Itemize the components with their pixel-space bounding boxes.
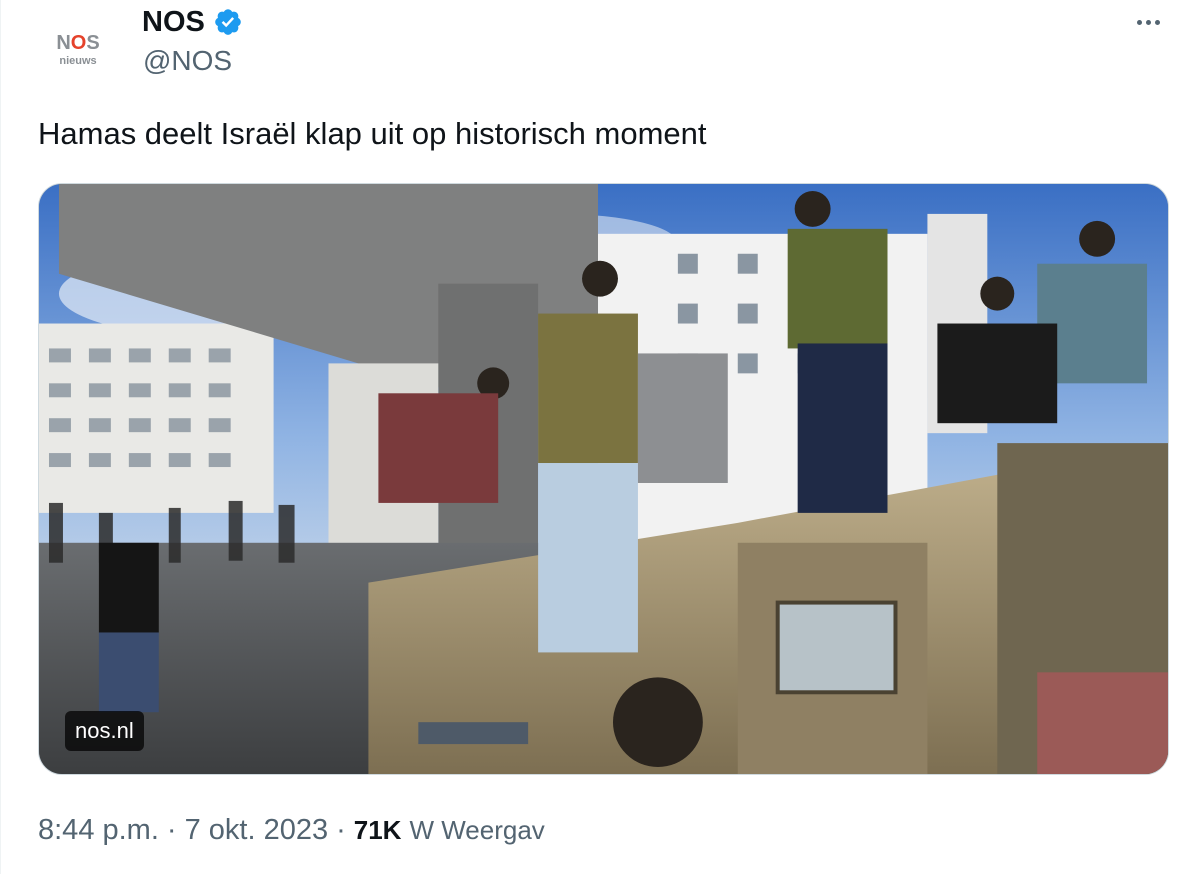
nos-logo: NOS (56, 32, 100, 54)
author-name-row: NOS (142, 4, 243, 40)
avatar[interactable]: NOS nieuws (38, 10, 118, 90)
tweet-date[interactable]: 7 okt. 2023 (185, 810, 329, 850)
verified-badge-icon[interactable] (213, 7, 243, 37)
more-horizontal-icon (1136, 19, 1142, 25)
tweet-text: Hamas deelt Israël klap uit op historisc… (38, 116, 707, 151)
tweet-meta: 8:44 p.m. · 7 okt. 2023 · 71K W Weergav (38, 810, 568, 850)
more-horizontal-icon (1154, 19, 1160, 25)
author-display-name[interactable]: NOS (142, 4, 205, 40)
views-label: W Weergav (409, 815, 545, 845)
tweet-card: NOS nieuws NOS @NOS Hamas deelt Israël k… (0, 0, 1198, 874)
author-handle[interactable]: @NOS (143, 44, 232, 78)
nos-logo-subtitle: nieuws (59, 55, 97, 67)
tweet-photo[interactable]: nos.nl (38, 183, 1169, 775)
divider (0, 0, 1, 874)
meta-separator: · (336, 814, 346, 846)
media-source-label[interactable]: nos.nl (65, 711, 144, 751)
photo-scene (39, 184, 1168, 774)
more-options-button[interactable] (1128, 6, 1168, 38)
views-count[interactable]: 71K (354, 810, 402, 850)
tweet-time[interactable]: 8:44 p.m. (38, 810, 159, 850)
more-horizontal-icon (1145, 19, 1151, 25)
meta-separator: · (166, 814, 177, 846)
